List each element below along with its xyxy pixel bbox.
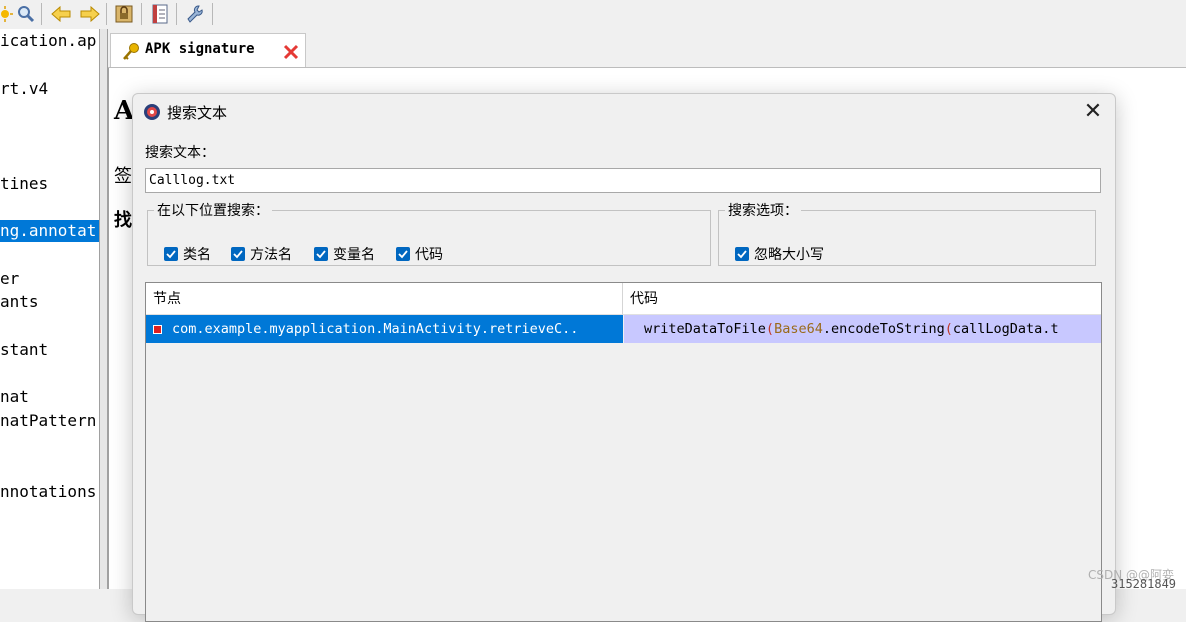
code-method: .encodeToString — [822, 321, 945, 337]
toolbar — [0, 0, 1186, 29]
tab-bar: APK signature — [108, 29, 1186, 68]
tree-item[interactable]: nnotations — [0, 481, 96, 503]
code-function: writeDataToFile — [644, 321, 766, 337]
checkbox-method-name[interactable]: 方法名 — [231, 244, 292, 264]
toolbar-separator — [41, 3, 42, 25]
results-table[interactable]: 节点 代码 com.example.myapplication.MainActi… — [145, 282, 1102, 622]
result-code-cell[interactable]: writeDataToFile(Base64.encodeToString(ca… — [624, 315, 1101, 343]
checkbox-label: 代码 — [415, 247, 443, 263]
panel-splitter[interactable] — [99, 29, 108, 589]
wrench-icon[interactable] — [184, 3, 206, 25]
checkbox-label: 方法名 — [250, 247, 292, 263]
sun-icon[interactable] — [0, 3, 16, 25]
tree-item[interactable]: ants — [0, 291, 39, 313]
tree-item-selected[interactable]: ng.annotat — [0, 220, 99, 242]
checkbox-label: 类名 — [183, 247, 211, 263]
class-tree[interactable]: ication.ap rt.v4 tines ng.annotat er ant… — [0, 29, 99, 589]
text-fragment: 找 — [114, 210, 132, 231]
toolbar-separator — [212, 3, 213, 25]
tab-apk-signature[interactable]: APK signature — [110, 33, 306, 67]
checkbox-checked-icon[interactable] — [396, 247, 410, 261]
checkbox-code[interactable]: 代码 — [396, 244, 443, 264]
close-dialog-button[interactable]: ✕ — [1079, 100, 1107, 124]
tree-item[interactable]: ication.ap — [0, 30, 96, 52]
checkbox-checked-icon[interactable] — [735, 247, 749, 261]
toolbar-separator — [176, 3, 177, 25]
toolbar-separator — [106, 3, 107, 25]
result-code-text: writeDataToFile(Base64.encodeToString(ca… — [644, 321, 1059, 337]
tree-item[interactable]: nat — [0, 386, 29, 408]
column-header-node[interactable]: 节点 — [146, 283, 623, 315]
result-node-cell[interactable]: com.example.myapplication.MainActivity.r… — [146, 315, 623, 343]
search-input[interactable] — [145, 168, 1101, 193]
toolbar-separator — [141, 3, 142, 25]
checkbox-variable-name[interactable]: 变量名 — [314, 244, 375, 264]
tree-item[interactable]: stant — [0, 339, 48, 361]
code-argument: callLogData.t — [952, 321, 1059, 337]
checkbox-label: 忽略大小写 — [754, 247, 824, 263]
tree-item[interactable]: tines — [0, 173, 48, 195]
checkbox-ignore-case[interactable]: 忽略大小写 — [735, 244, 824, 264]
search-options-legend: 搜索选项： — [728, 203, 798, 219]
back-arrow-icon[interactable] — [50, 3, 72, 25]
dialog-title: 搜索文本 — [167, 104, 228, 122]
search-label: 搜索文本： — [145, 145, 215, 161]
result-node-text: com.example.myapplication.MainActivity.r… — [172, 321, 579, 337]
forward-arrow-icon[interactable] — [79, 3, 101, 25]
search-location-legend: 在以下位置搜索： — [157, 203, 269, 219]
method-icon — [153, 325, 162, 334]
key-icon — [121, 42, 141, 66]
search-icon[interactable] — [15, 3, 37, 25]
checkbox-label: 变量名 — [333, 247, 375, 263]
tree-item[interactable]: er — [0, 268, 19, 290]
column-header-code[interactable]: 代码 — [623, 283, 1101, 315]
search-text-dialog: 搜索文本 ✕ 搜索文本： 在以下位置搜索： 类名 方法名 变量名 代码 搜索选项… — [132, 93, 1116, 622]
code-class: Base64 — [774, 321, 823, 337]
checkbox-checked-icon[interactable] — [231, 247, 245, 261]
tree-item[interactable]: natPattern — [0, 410, 96, 432]
close-tab-icon[interactable] — [283, 44, 299, 64]
search-location-group: 在以下位置搜索： 类名 方法名 变量名 代码 — [147, 200, 711, 266]
lock-icon[interactable] — [113, 3, 135, 25]
text-fragment: 签 — [114, 166, 132, 187]
checkbox-class-name[interactable]: 类名 — [164, 244, 211, 264]
app-logo-icon — [143, 103, 161, 125]
tree-item[interactable]: rt.v4 — [0, 78, 48, 100]
table-row[interactable]: com.example.myapplication.MainActivity.r… — [146, 315, 1101, 343]
tab-label: APK signature — [145, 41, 255, 57]
search-options-group: 搜索选项： 忽略大小写 — [718, 200, 1096, 266]
log-icon[interactable] — [149, 3, 171, 25]
checkbox-checked-icon[interactable] — [164, 247, 178, 261]
checkbox-checked-icon[interactable] — [314, 247, 328, 261]
